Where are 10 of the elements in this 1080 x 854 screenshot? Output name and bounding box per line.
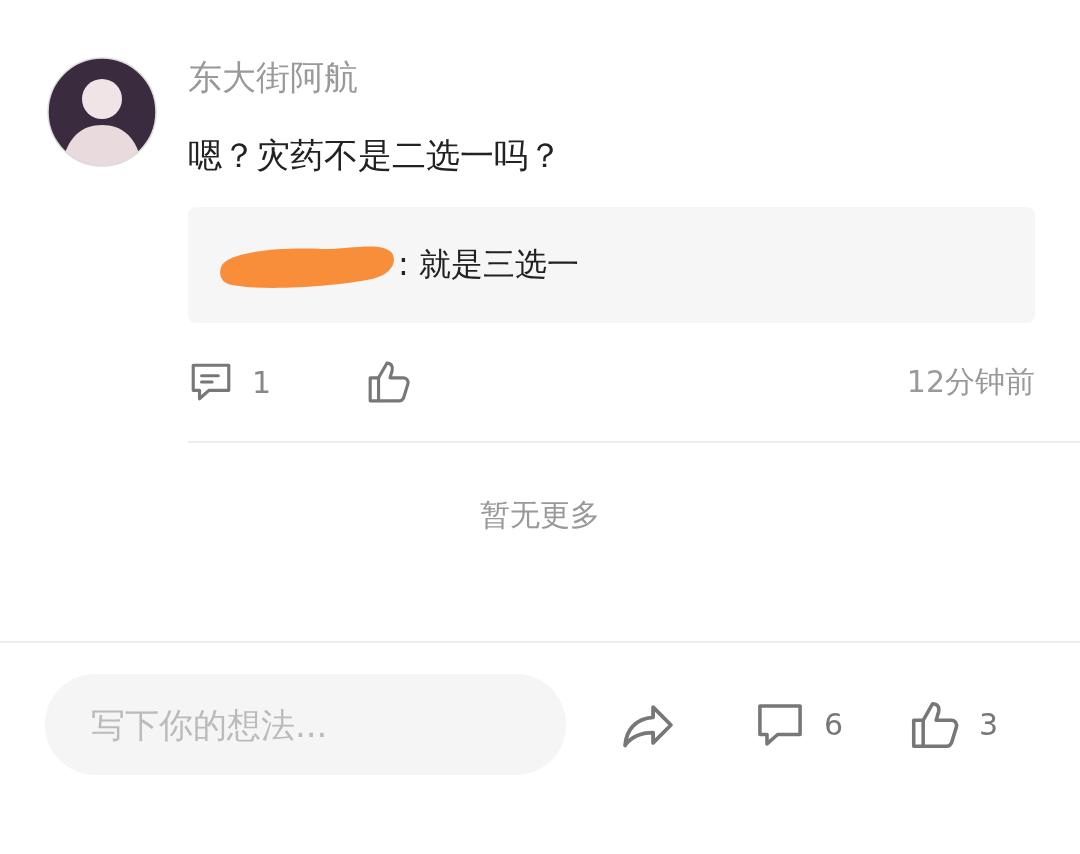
timestamp: 12分钟前 [906,362,1035,401]
comment-input[interactable]: 写下你的想法... [45,674,566,775]
comment-count: 6 [824,707,844,742]
no-more-label: 暂无更多 [480,496,600,534]
thumbs-up-icon[interactable] [366,359,413,405]
quoted-reply[interactable]: : 就是三选一 [188,207,1035,323]
like-count: 3 [979,707,999,742]
comment-text: 嗯？灾药不是二选一吗？ [188,135,563,175]
reply-count: 1 [252,364,272,400]
reply-text: : 就是三选一 [398,244,579,285]
